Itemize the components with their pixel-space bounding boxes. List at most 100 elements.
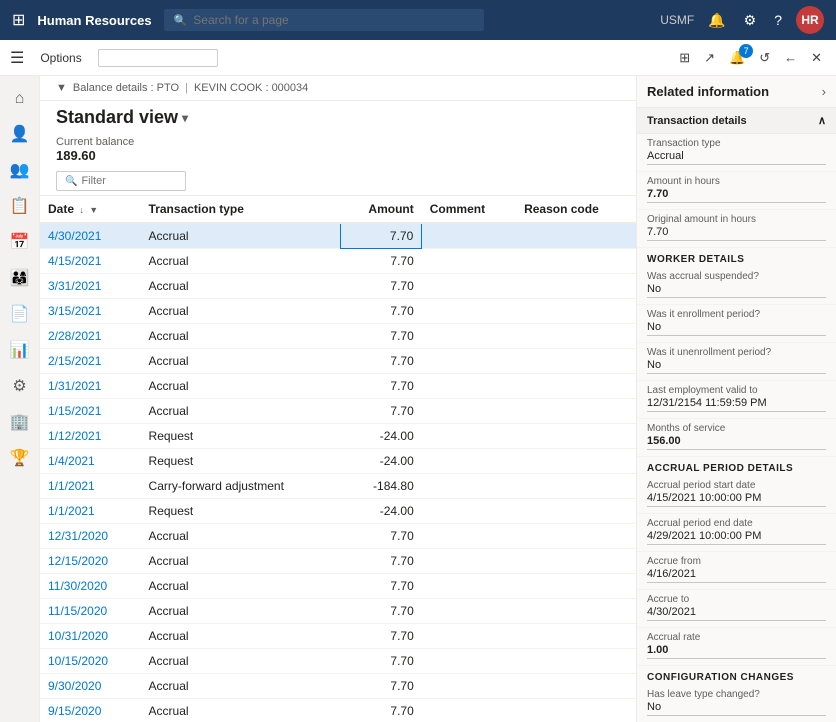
cell-reason-code [516,674,636,699]
sidebar-icon-calendar[interactable]: 📅 [4,226,36,258]
sidebar-icon-settings-user[interactable]: ⚙ [6,370,32,402]
cell-amount: 7.70 [341,299,422,324]
sidebar-icon-person[interactable]: 👤 [4,118,36,150]
accrual-suspended-value: No [647,283,826,298]
hamburger-menu[interactable]: ☰ [10,48,24,68]
cell-date[interactable]: 11/15/2020 [40,599,141,624]
table-row[interactable]: 4/15/2021Accrual7.70 [40,249,636,274]
cell-date[interactable]: 1/31/2021 [40,374,141,399]
cell-comment [422,624,516,649]
cell-type: Accrual [141,374,341,399]
table-row[interactable]: 2/15/2021Accrual7.70 [40,349,636,374]
table-row[interactable]: 12/15/2020Accrual7.70 [40,549,636,574]
table-row[interactable]: 1/15/2021Accrual7.70 [40,399,636,424]
table-row[interactable]: 11/15/2020Accrual7.70 [40,599,636,624]
sidebar-icon-award[interactable]: 🏆 [4,442,36,474]
cell-date[interactable]: 1/1/2021 [40,499,141,524]
table-row[interactable]: 9/15/2020Accrual7.70 [40,699,636,722]
sidebar-icon-home[interactable]: ⌂ [9,84,31,114]
cell-comment [422,374,516,399]
table-row[interactable]: 1/1/2021Carry-forward adjustment-184.80 [40,474,636,499]
cell-date[interactable]: 12/31/2020 [40,524,141,549]
cell-amount: 7.70 [341,249,422,274]
title-chevron-icon[interactable]: ▾ [182,111,188,125]
cell-date[interactable]: 3/15/2021 [40,299,141,324]
cell-date[interactable]: 12/15/2020 [40,549,141,574]
table-row[interactable]: 1/4/2021Request-24.00 [40,449,636,474]
cell-date[interactable]: 10/15/2020 [40,649,141,674]
cell-date[interactable]: 2/15/2021 [40,349,141,374]
search-input[interactable] [193,13,473,27]
cell-date[interactable]: 2/28/2021 [40,324,141,349]
cell-date[interactable]: 11/30/2020 [40,574,141,599]
user-avatar[interactable]: HR [796,6,824,34]
table-row[interactable]: 10/15/2020Accrual7.70 [40,649,636,674]
table-row[interactable]: 3/15/2021Accrual7.70 [40,299,636,324]
refresh-icon[interactable]: ↺ [755,48,774,68]
cell-type: Request [141,424,341,449]
cell-reason-code [516,274,636,299]
back-icon[interactable]: ← [780,48,801,67]
enrollment-period-field: Was it enrollment period? No [637,305,836,343]
cell-type: Accrual [141,299,341,324]
sidebar-icon-clipboard[interactable]: 📋 [4,190,36,222]
cell-reason-code [516,449,636,474]
table-row[interactable]: 2/28/2021Accrual7.70 [40,324,636,349]
cell-comment [422,699,516,722]
col-transaction-type[interactable]: Transaction type [141,196,341,223]
sidebar-icon-people[interactable]: 👨‍👩‍👧 [4,262,36,294]
sidebar-icon-org[interactable]: 🏢 [4,406,36,438]
col-date[interactable]: Date ↓ ▼ [40,196,141,223]
app-grid-icon[interactable]: ⊞ [12,10,25,30]
cell-date[interactable]: 4/30/2021 [40,223,141,249]
cell-reason-code [516,699,636,722]
unenrollment-period-label: Was it unenrollment period? [647,347,826,358]
breadcrumb-part2: KEVIN COOK : 000034 [194,82,308,94]
user-code: USMF [660,13,694,27]
col-reason-code[interactable]: Reason code [516,196,636,223]
options-button[interactable]: Options [32,47,89,69]
cell-date[interactable]: 1/15/2021 [40,399,141,424]
cell-comment [422,324,516,349]
table-row[interactable]: 1/31/2021Accrual7.70 [40,374,636,399]
filter-input-container[interactable]: 🔍 [56,171,186,191]
sidebar-icon-document[interactable]: 📄 [4,298,36,330]
table-row[interactable]: 9/30/2020Accrual7.70 [40,674,636,699]
accrual-period-header: ACCRUAL PERIOD DETAILS [637,457,836,476]
table-row[interactable]: 4/30/2021Accrual7.70 [40,223,636,249]
table-row[interactable]: 1/12/2021Request-24.00 [40,424,636,449]
notification-bell[interactable]: 🔔 [704,10,729,31]
right-panel-close-button[interactable]: › [822,84,826,99]
cell-comment [422,299,516,324]
cell-date[interactable]: 9/30/2020 [40,674,141,699]
col-comment[interactable]: Comment [422,196,516,223]
cell-date[interactable]: 1/1/2021 [40,474,141,499]
help-icon[interactable]: ? [770,10,786,30]
settings-icon[interactable]: ⚙ [740,10,761,31]
sidebar-icon-team[interactable]: 👥 [4,154,36,186]
cell-date[interactable]: 3/31/2021 [40,274,141,299]
filter-input[interactable] [81,175,177,187]
toolbar-search-input[interactable] [98,49,218,67]
cell-date[interactable]: 9/15/2020 [40,699,141,722]
table-row[interactable]: 10/31/2020Accrual7.70 [40,624,636,649]
cell-date[interactable]: 10/31/2020 [40,624,141,649]
col-amount[interactable]: Amount [341,196,422,223]
cell-date[interactable]: 1/4/2021 [40,449,141,474]
transaction-details-section-header[interactable]: Transaction details ∧ [637,108,836,134]
table-row[interactable]: 3/31/2021Accrual7.70 [40,274,636,299]
close-icon[interactable]: ✕ [807,48,826,68]
cell-date[interactable]: 4/15/2021 [40,249,141,274]
cell-date[interactable]: 1/12/2021 [40,424,141,449]
sidebar-icon-chart[interactable]: 📊 [4,334,36,366]
view-icon[interactable]: ⊞ [675,48,694,68]
search-bar[interactable]: 🔍 [164,9,484,31]
cell-amount: -184.80 [341,474,422,499]
table-row[interactable]: 12/31/2020Accrual7.70 [40,524,636,549]
accrual-rate-field: Accrual rate 1.00 [637,628,836,666]
open-in-new-icon[interactable]: ↗ [700,48,719,68]
cell-amount: -24.00 [341,449,422,474]
table-row[interactable]: 11/30/2020Accrual7.70 [40,574,636,599]
table-row[interactable]: 1/1/2021Request-24.00 [40,499,636,524]
breadcrumb: ▼ Balance details : PTO | KEVIN COOK : 0… [40,76,636,101]
